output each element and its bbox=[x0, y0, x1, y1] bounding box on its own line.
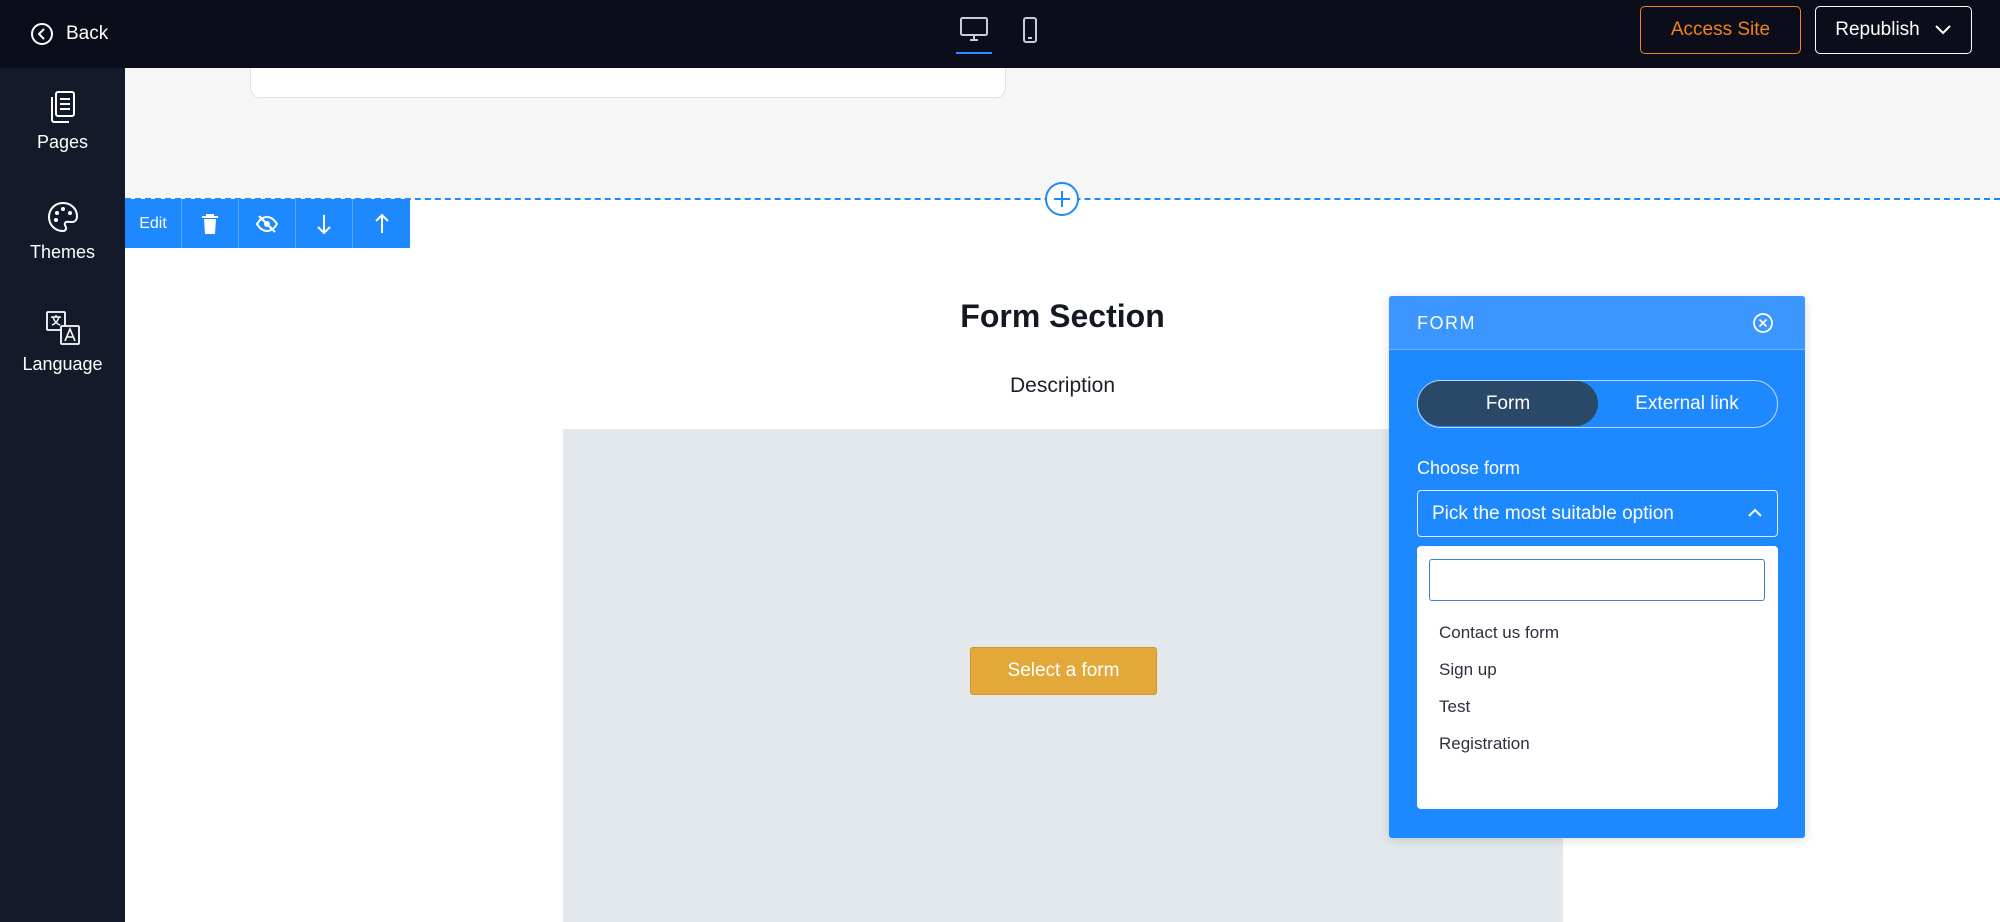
mobile-view-button[interactable] bbox=[1012, 12, 1048, 54]
source-toggle: Form External link bbox=[1417, 380, 1778, 428]
sidebar: Pages Themes Language bbox=[0, 68, 125, 922]
choose-form-select[interactable]: Pick the most suitable option bbox=[1417, 490, 1778, 537]
republish-label: Republish bbox=[1835, 19, 1920, 40]
back-circle-icon bbox=[31, 23, 53, 45]
close-icon[interactable] bbox=[1751, 311, 1775, 335]
toggle-external-link-label: External link bbox=[1635, 392, 1739, 414]
panel-title: FORM bbox=[1417, 313, 1476, 333]
select-form-button[interactable]: Select a form bbox=[970, 647, 1157, 695]
delete-section-button[interactable] bbox=[182, 199, 239, 248]
plus-icon bbox=[1054, 191, 1070, 207]
sidebar-item-label: Language bbox=[22, 354, 103, 374]
toggle-external-link-option[interactable]: External link bbox=[1598, 381, 1776, 426]
top-bar: Back Access Site Republish bbox=[0, 0, 2000, 68]
chevron-up-icon bbox=[1748, 508, 1762, 517]
move-section-down-button[interactable] bbox=[296, 199, 353, 248]
chevron-down-icon bbox=[1935, 25, 1951, 35]
toggle-form-label: Form bbox=[1485, 392, 1531, 414]
sidebar-item-label: Themes bbox=[29, 242, 96, 262]
translate-icon bbox=[45, 311, 80, 345]
dropdown-option-registration[interactable]: Registration bbox=[1439, 734, 1530, 754]
previous-section bbox=[125, 68, 2000, 199]
device-switcher bbox=[956, 12, 1048, 54]
select-placeholder: Pick the most suitable option bbox=[1432, 502, 1674, 524]
select-form-label: Select a form bbox=[1007, 660, 1120, 681]
edit-label: Edit bbox=[139, 214, 167, 232]
sidebar-item-themes[interactable]: Themes bbox=[0, 200, 125, 263]
desktop-icon bbox=[960, 17, 988, 41]
add-section-button[interactable] bbox=[1045, 182, 1079, 216]
back-button[interactable]: Back bbox=[30, 15, 108, 53]
form-settings-panel: FORM Form External link Choose form Pick… bbox=[1389, 296, 1805, 838]
republish-button[interactable]: Republish bbox=[1815, 6, 1972, 54]
section-toolbar: Edit bbox=[125, 199, 410, 248]
dropdown-option-sign-up[interactable]: Sign up bbox=[1439, 660, 1497, 680]
panel-header: FORM bbox=[1389, 296, 1805, 350]
eye-off-icon bbox=[255, 214, 279, 233]
choose-form-label: Choose form bbox=[1417, 458, 1521, 478]
sidebar-item-language[interactable]: Language bbox=[0, 310, 125, 375]
form-options-dropdown: Contact us form Sign up Test Registratio… bbox=[1417, 546, 1778, 809]
arrow-down-icon bbox=[317, 214, 331, 234]
sidebar-item-label: Pages bbox=[36, 132, 89, 152]
dropdown-option-contact-us-form[interactable]: Contact us form bbox=[1439, 623, 1559, 643]
hide-section-button[interactable] bbox=[239, 199, 296, 248]
edit-section-button[interactable]: Edit bbox=[125, 199, 182, 248]
desktop-view-button[interactable] bbox=[956, 12, 992, 54]
move-section-up-button[interactable] bbox=[353, 199, 410, 248]
back-label: Back bbox=[66, 23, 109, 44]
arrow-up-icon bbox=[374, 213, 389, 233]
toggle-form-option[interactable]: Form bbox=[1418, 381, 1598, 426]
pages-icon bbox=[50, 91, 75, 123]
access-site-button[interactable]: Access Site bbox=[1640, 6, 1801, 54]
dropdown-search-input[interactable] bbox=[1429, 559, 1765, 601]
mobile-icon bbox=[1023, 17, 1037, 43]
dropdown-option-test[interactable]: Test bbox=[1439, 697, 1470, 717]
access-site-label: Access Site bbox=[1670, 19, 1771, 40]
palette-icon bbox=[47, 201, 78, 233]
previous-section-card bbox=[250, 68, 1006, 98]
trash-icon bbox=[202, 213, 218, 234]
sidebar-item-pages[interactable]: Pages bbox=[0, 90, 125, 153]
